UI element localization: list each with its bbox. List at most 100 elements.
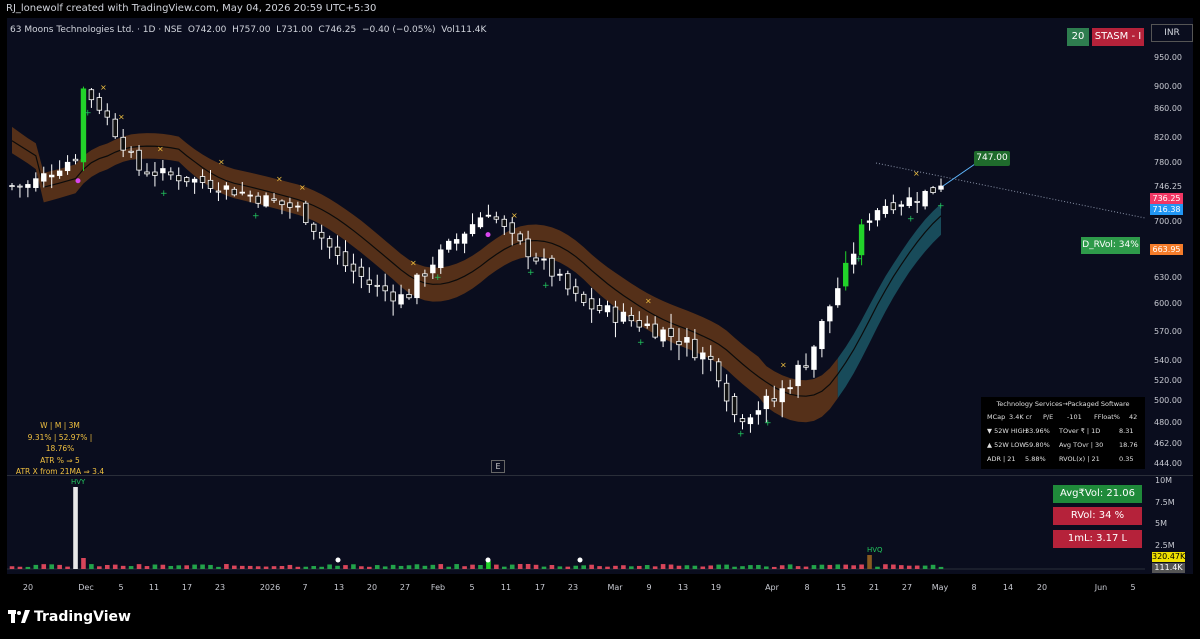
volume-bar: [128, 566, 134, 569]
low-value: 731.00: [281, 25, 313, 35]
volume-bar: [382, 566, 388, 569]
price-axis-label: 746.25: [1154, 182, 1182, 191]
candle-body: [144, 171, 150, 175]
volume-bar: [549, 564, 555, 569]
volume-bar: [589, 564, 594, 569]
volume-bar: [65, 566, 70, 569]
earnings-button[interactable]: E: [491, 460, 505, 473]
candle-body: [88, 89, 95, 101]
atr-box: W | M | 3M 9.31% | 52.97% | 18.76% ATR %…: [14, 420, 106, 478]
volume-bar: [914, 565, 920, 569]
volume-bar: [803, 566, 809, 569]
volume-bar: [279, 565, 285, 569]
stats-cell: 0.35: [1119, 455, 1134, 463]
candle-body: [152, 171, 158, 176]
stats-cell: P/E: [1043, 413, 1054, 421]
volume-bar: [390, 564, 396, 569]
signal-x: ×: [299, 183, 306, 192]
time-axis-label: Mar: [607, 583, 623, 592]
candle-body: [128, 150, 134, 153]
volume-bar: [708, 565, 714, 569]
volume-bar: [263, 566, 269, 569]
volume-bar: [525, 564, 531, 569]
volume-value: 111.4K: [454, 25, 487, 35]
currency-button[interactable]: INR: [1151, 24, 1193, 42]
candle-body: [358, 266, 365, 277]
candle-body: [930, 187, 936, 193]
volume-bar: [462, 566, 467, 569]
candle-body: [223, 185, 230, 190]
candle-body: [446, 240, 452, 250]
stats-cell: 33.96%: [1025, 427, 1050, 435]
price-axis-label: 444.00: [1154, 459, 1182, 468]
rvol-box: RVol: 34 %: [1053, 507, 1142, 525]
volume-bar: [343, 565, 348, 569]
price-axis-label: 600.00: [1154, 299, 1182, 308]
close-value: 746.25: [324, 25, 357, 35]
candle-body: [453, 239, 460, 244]
atr-values: 9.31% | 52.97% | 18.76%: [27, 432, 93, 454]
time-axis[interactable]: 20 Dec 5 11 17 23 2026 7 13 20 27 Feb 5 11 17 23 Mar 9 13 1…: [0, 574, 1200, 594]
volume-bar: [541, 566, 547, 569]
candle-body: [390, 291, 396, 302]
chart-canvas[interactable]: × × × × × × × × × × × + + + + + + + + + + + +: [0, 0, 1200, 600]
volume-bar: [724, 564, 729, 569]
candle-body: [588, 298, 595, 310]
volume-bar: [152, 564, 158, 569]
candle-body: [573, 286, 579, 294]
time-axis-label: 17: [181, 583, 193, 592]
stats-cell: 8.31: [1119, 427, 1134, 435]
vol-axis-label: 10M: [1155, 476, 1173, 485]
volume-bar: [414, 564, 420, 569]
candle-body: [287, 202, 293, 208]
candle-body: [668, 327, 674, 337]
vol-tag-avg: 320.47K: [1152, 552, 1186, 562]
price-axis-label: 540.00: [1154, 356, 1182, 365]
volume-bar: [557, 566, 563, 569]
volume-bar: [716, 564, 721, 569]
candle-body: [827, 306, 833, 322]
volume-bar: [335, 565, 340, 569]
time-axis-label: 17: [534, 583, 546, 592]
volume-bar: [700, 566, 706, 569]
volume-bar: [232, 565, 237, 569]
candle-body: [334, 246, 341, 256]
candle-body: [199, 176, 206, 183]
candle-body: [136, 149, 142, 171]
volume-bar: [883, 564, 888, 569]
ma-price-tag: 716.38: [1150, 204, 1183, 215]
candle-body: [477, 217, 484, 228]
time-axis-label: 20: [1036, 583, 1048, 592]
price-axis-label: 480.00: [1154, 418, 1182, 427]
volume-bar: [509, 564, 515, 569]
candle-body: [311, 223, 317, 232]
stats-cell: ADR | 21: [987, 455, 1016, 463]
candle-body: [112, 118, 118, 138]
time-axis-label: May: [931, 583, 949, 592]
stats-cell: MCap: [987, 413, 1006, 421]
candle-body: [620, 311, 627, 322]
candle-body: [49, 174, 55, 178]
volume-label: Vol: [441, 25, 455, 35]
candle-body: [541, 258, 547, 261]
candle-body: [811, 346, 817, 370]
volume-bar: [295, 566, 301, 569]
candle-body: [56, 170, 63, 176]
stats-cell: RVOL(x) | 21: [1059, 455, 1100, 463]
moving-average-band: [11, 126, 942, 423]
volume-bar: [33, 564, 39, 569]
candle-body: [533, 257, 539, 262]
candle-body: [644, 323, 650, 326]
price-axis-label: 860.00: [1154, 104, 1182, 113]
volume-bar: [470, 564, 475, 569]
time-axis-label: 13: [333, 583, 345, 592]
candle-body: [652, 323, 658, 338]
volume-bar: [422, 565, 428, 569]
volume-bar: [303, 566, 309, 569]
volume-bar: [938, 566, 944, 569]
time-axis-label: 27: [399, 583, 411, 592]
candle-body: [398, 294, 404, 305]
pane-divider[interactable]: [7, 475, 1193, 476]
candle-body: [549, 257, 555, 277]
candle-body: [303, 202, 309, 224]
